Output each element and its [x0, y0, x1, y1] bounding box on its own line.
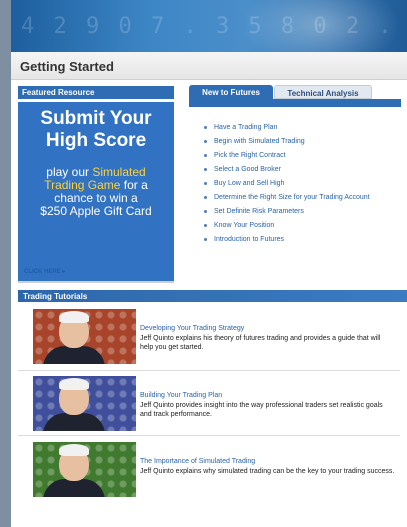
bullet-icon [204, 238, 207, 241]
tab-new-to-futures[interactable]: New to Futures [189, 85, 273, 99]
tutorial-item: The Importance of Simulated Trading Jeff… [18, 436, 400, 503]
bullet-icon [204, 154, 207, 157]
promo-text-prefix: play our [46, 165, 93, 179]
tutorial-title[interactable]: Developing Your Trading Strategy [140, 325, 244, 332]
bullet-icon [204, 196, 207, 199]
bullet-icon [204, 140, 207, 143]
tab-bar: New to Futures Technical Analysis [189, 85, 399, 99]
tutorial-thumbnail[interactable] [33, 442, 136, 497]
link-item[interactable]: Determine the Right Size for your Tradin… [204, 193, 399, 202]
link-label[interactable]: Have a Trading Plan [214, 124, 277, 131]
header-banner: 4 2 9 0 7 . 3 5 8 0 2 . 1 4 5 6 . 9 0 [11, 0, 407, 52]
tutorial-item: Developing Your Trading Strategy Jeff Qu… [18, 303, 400, 370]
link-label[interactable]: Buy Low and Sell High [214, 180, 284, 187]
page-container: 4 2 9 0 7 . 3 5 8 0 2 . 1 4 5 6 . 9 0 Ge… [11, 0, 407, 527]
link-label[interactable]: Set Definite Risk Parameters [214, 208, 304, 215]
link-label[interactable]: Determine the Right Size for your Tradin… [214, 194, 370, 201]
bullet-icon [204, 126, 207, 129]
link-item[interactable]: Buy Low and Sell High [204, 179, 399, 188]
page-title: Getting Started [20, 59, 114, 74]
link-label[interactable]: Begin with Simulated Trading [214, 138, 305, 145]
link-label[interactable]: Pick the Right Contract [214, 152, 286, 159]
tab-underline [189, 99, 401, 107]
presenter-hair [59, 444, 89, 456]
featured-resource-header: Featured Resource [18, 86, 174, 99]
link-item[interactable]: Know Your Position [204, 221, 399, 230]
featured-promo-box[interactable]: Submit Your High Score play our Simulate… [18, 102, 174, 282]
tutorial-title[interactable]: The Importance of Simulated Trading [140, 458, 255, 465]
promo-text: play our Simulated Trading Game for a ch… [26, 166, 166, 218]
presenter-hair [59, 378, 89, 390]
tab-technical-analysis[interactable]: Technical Analysis [274, 85, 372, 99]
click-here-link[interactable]: CLICK HERE ▸ [24, 268, 65, 275]
featured-divider [18, 281, 174, 283]
getting-started-links: Have a Trading Plan Begin with Simulated… [204, 123, 399, 249]
presenter-hair [59, 311, 89, 323]
promo-headline: Submit Your High Score [40, 108, 152, 151]
link-item[interactable]: Pick the Right Contract [204, 151, 399, 160]
tutorial-desc: Jeff Quinto provides insight into the wa… [140, 402, 383, 418]
link-item[interactable]: Begin with Simulated Trading [204, 137, 399, 146]
tutorial-thumbnail[interactable] [33, 309, 136, 364]
tutorial-item: Building Your Trading Plan Jeff Quinto p… [18, 370, 400, 437]
promo-prize: $250 Apple Gift Card [40, 204, 152, 218]
link-item[interactable]: Set Definite Risk Parameters [204, 207, 399, 216]
bullet-icon [204, 182, 207, 185]
tutorial-desc: Jeff Quinto explains his theory of futur… [140, 335, 381, 351]
banner-ticker: 4 2 9 0 7 . 3 5 8 0 2 . 1 4 5 6 . 9 0 [21, 14, 407, 39]
tutorial-title[interactable]: Building Your Trading Plan [140, 392, 222, 399]
trading-tutorials-header: Trading Tutorials [18, 290, 407, 302]
link-label[interactable]: Introduction to Futures [214, 236, 284, 243]
link-item[interactable]: Introduction to Futures [204, 235, 399, 244]
bullet-icon [204, 168, 207, 171]
bullet-icon [204, 210, 207, 213]
link-label[interactable]: Know Your Position [214, 222, 274, 229]
link-item[interactable]: Select a Good Broker [204, 165, 399, 174]
bullet-icon [204, 224, 207, 227]
tutorial-desc: Jeff Quinto explains why simulated tradi… [140, 468, 395, 475]
link-item[interactable]: Have a Trading Plan [204, 123, 399, 132]
title-bar: Getting Started [11, 52, 407, 80]
tutorial-thumbnail[interactable] [33, 376, 136, 431]
link-label[interactable]: Select a Good Broker [214, 166, 281, 173]
